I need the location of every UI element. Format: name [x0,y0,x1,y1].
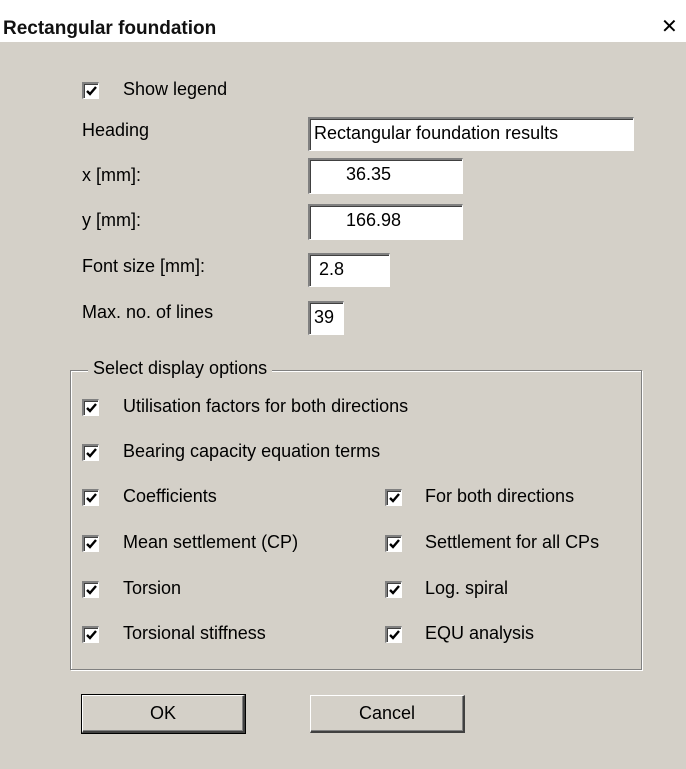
torsional-stiffness-checkbox[interactable] [82,626,99,643]
x-input[interactable]: 36.35 [308,158,463,194]
check-icon [86,86,97,96]
heading-input[interactable]: Rectangular foundation results [308,117,634,151]
display-options-title: Select display options [88,358,273,379]
close-icon[interactable]: ✕ [661,15,686,39]
check-icon [86,539,97,549]
check-icon [389,585,400,595]
font-size-label: Font size [mm]: [82,256,206,276]
utilisation-checkbox[interactable] [82,399,99,416]
coefficients-label: Coefficients [123,486,217,506]
cancel-button[interactable]: Cancel [310,695,465,733]
check-icon [389,630,400,640]
bearing-checkbox[interactable] [82,444,99,461]
settlement-all-checkbox[interactable] [385,535,402,552]
check-icon [389,539,400,549]
equ-analysis-checkbox[interactable] [385,626,402,643]
check-icon [86,630,97,640]
max-lines-input[interactable]: 39 [308,301,344,335]
torsion-checkbox[interactable] [82,581,99,598]
heading-label: Heading [82,120,150,140]
equ-analysis-label: EQU analysis [425,623,535,643]
window-title: Rectangular foundation [3,18,217,39]
torsional-stiffness-label: Torsional stiffness [123,623,266,643]
show-legend-checkbox[interactable] [82,82,99,99]
show-legend-label: Show legend [123,79,228,99]
ok-button[interactable]: OK [81,694,246,734]
check-icon [86,448,97,458]
y-label: y [mm]: [82,210,141,230]
check-icon [86,493,97,503]
mean-settlement-checkbox[interactable] [82,535,99,552]
both-directions-label: For both directions [425,486,575,506]
mean-settlement-label: Mean settlement (CP) [123,532,299,552]
coefficients-checkbox[interactable] [82,489,99,506]
torsion-label: Torsion [123,578,182,598]
log-spiral-label: Log. spiral [425,578,509,598]
both-directions-checkbox[interactable] [385,489,402,506]
log-spiral-checkbox[interactable] [385,581,402,598]
x-label: x [mm]: [82,165,141,185]
bearing-label: Bearing capacity equation terms [123,441,381,461]
max-lines-label: Max. no. of lines [82,302,214,322]
y-input[interactable]: 166.98 [308,204,463,240]
utilisation-label: Utilisation factors for both directions [123,396,409,416]
check-icon [389,493,400,503]
font-size-input[interactable]: 2.8 [308,253,390,287]
title-bar: Rectangular foundation ✕ [0,0,686,42]
check-icon [86,585,97,595]
check-icon [86,403,97,413]
settlement-all-label: Settlement for all CPs [425,532,600,552]
